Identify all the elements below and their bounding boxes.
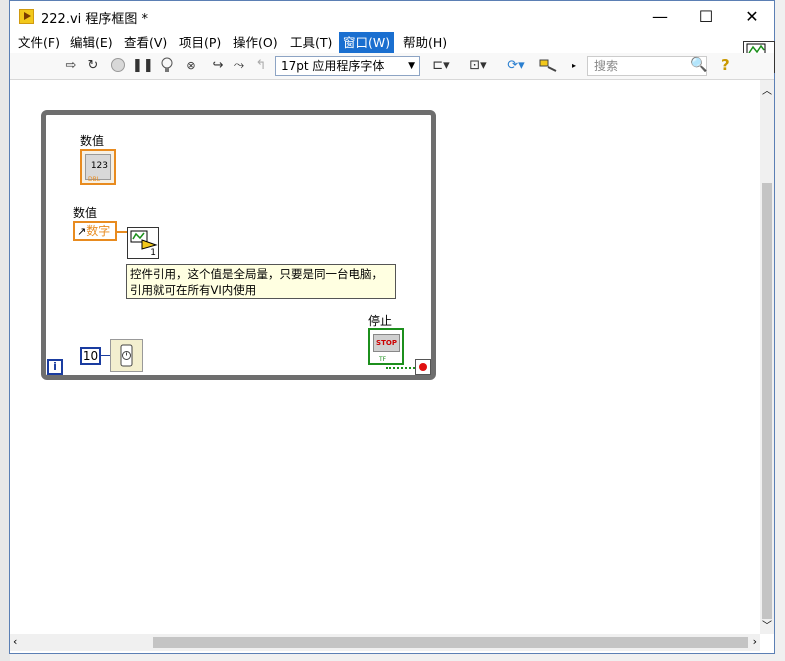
- wait-wire[interactable]: [101, 355, 110, 356]
- close-button[interactable]: ✕: [729, 1, 775, 32]
- numeric-control-terminal[interactable]: 123 DBL: [80, 149, 116, 185]
- scroll-right-icon[interactable]: ›: [753, 635, 757, 648]
- menu-help[interactable]: 帮助(H): [399, 32, 451, 53]
- distribute-objects-icon[interactable]: ⊡▾: [464, 57, 492, 75]
- comment-line-1: 控件引用，这个值是全局量，只要是同一台电脑，: [130, 267, 383, 281]
- subvi-node[interactable]: 1: [127, 227, 159, 259]
- step-over-icon[interactable]: ⤳: [230, 57, 248, 75]
- boolean-wire[interactable]: [386, 365, 418, 369]
- chevron-down-icon: ▼: [408, 61, 415, 71]
- menu-project[interactable]: 项目(P): [175, 32, 225, 53]
- align-objects-icon[interactable]: ⊏▾: [428, 57, 454, 75]
- numeric-type: DBL: [88, 176, 101, 183]
- menu-bar: 文件(F) 编辑(E) 查看(V) 项目(P) 操作(O) 工具(T) 窗口(W…: [10, 32, 774, 53]
- horizontal-scroll-thumb[interactable]: [153, 637, 748, 648]
- toolbar-overflow-icon[interactable]: ▸: [572, 61, 576, 70]
- stop-button-terminal[interactable]: STOP TF: [368, 328, 404, 365]
- menu-tools[interactable]: 工具(T): [286, 32, 336, 53]
- comment-label: 控件引用，这个值是全局量，只要是同一台电脑， 引用就可在所有VI内使用: [126, 264, 396, 299]
- minimize-button[interactable]: —: [637, 1, 683, 32]
- cleanup-diagram-icon[interactable]: [537, 57, 559, 75]
- toolbar: ⇨ ↻ ❚❚ ⊗ ↪ ⤳ ↰ 17pt 应用程序字体 ▼ ⊏▾ ⊡▾ ⟳▾ ▸ …: [10, 53, 774, 80]
- step-out-icon[interactable]: ↰: [252, 57, 270, 75]
- run-continuously-icon[interactable]: ↻: [84, 57, 102, 75]
- wait-ms-node[interactable]: [110, 339, 143, 372]
- window-title: 222.vi 程序框图 *: [41, 12, 149, 27]
- numeric-label: 数值: [80, 134, 105, 148]
- menu-window[interactable]: 窗口(W): [339, 32, 395, 53]
- labview-block-diagram-window: 222.vi 程序框图 * — ☐ ✕ 文件(F) 编辑(E) 查看(V) 项目…: [9, 0, 775, 654]
- reference-arrow-icon: ↗: [77, 225, 87, 238]
- context-help-icon[interactable]: ?: [721, 56, 730, 74]
- vertical-scroll-thumb[interactable]: [762, 183, 772, 619]
- abort-icon[interactable]: [109, 57, 127, 75]
- iteration-terminal: i: [47, 359, 63, 375]
- menu-file[interactable]: 文件(F): [14, 32, 64, 53]
- menu-operate[interactable]: 操作(O): [229, 32, 282, 53]
- font-select[interactable]: 17pt 应用程序字体 ▼: [275, 56, 420, 76]
- labview-app-icon: [19, 9, 34, 24]
- menu-edit[interactable]: 编辑(E): [66, 32, 117, 53]
- scroll-left-icon[interactable]: ‹: [13, 635, 17, 648]
- stop-face: STOP: [373, 334, 400, 352]
- property-node-label: 数值: [73, 206, 98, 220]
- subvi-count: 1: [150, 248, 156, 258]
- comment-line-2: 引用就可在所有VI内使用: [130, 283, 257, 297]
- search-input[interactable]: 搜索: [587, 56, 707, 76]
- search-icon[interactable]: 🔍: [690, 57, 707, 73]
- reorder-icon[interactable]: ⟳▾: [502, 57, 530, 75]
- maximize-button[interactable]: ☐: [683, 1, 729, 32]
- subvi-glyph-icon: [130, 230, 158, 250]
- highlight-execution-icon[interactable]: [158, 57, 176, 75]
- numeric-constant[interactable]: 10: [80, 347, 101, 365]
- loop-condition-terminal[interactable]: [415, 359, 431, 375]
- property-node-text: 数字: [86, 224, 111, 238]
- pause-icon[interactable]: ❚❚: [132, 57, 154, 75]
- menu-view[interactable]: 查看(V): [120, 32, 171, 53]
- retain-wire-values-icon[interactable]: ⊗: [182, 57, 200, 75]
- scroll-down-icon[interactable]: ﹀: [762, 617, 772, 632]
- step-into-icon[interactable]: ↪: [209, 57, 227, 75]
- stop-type: TF: [379, 356, 387, 363]
- scroll-up-icon[interactable]: ︿: [762, 82, 772, 97]
- title-bar: 222.vi 程序框图 * — ☐ ✕: [10, 1, 774, 32]
- font-select-value: 17pt 应用程序字体: [281, 59, 385, 73]
- property-node[interactable]: ↗数字: [73, 221, 117, 241]
- run-arrow-icon[interactable]: ⇨: [62, 57, 80, 75]
- wait-icon: [120, 344, 133, 367]
- stop-label: 停止: [368, 314, 393, 328]
